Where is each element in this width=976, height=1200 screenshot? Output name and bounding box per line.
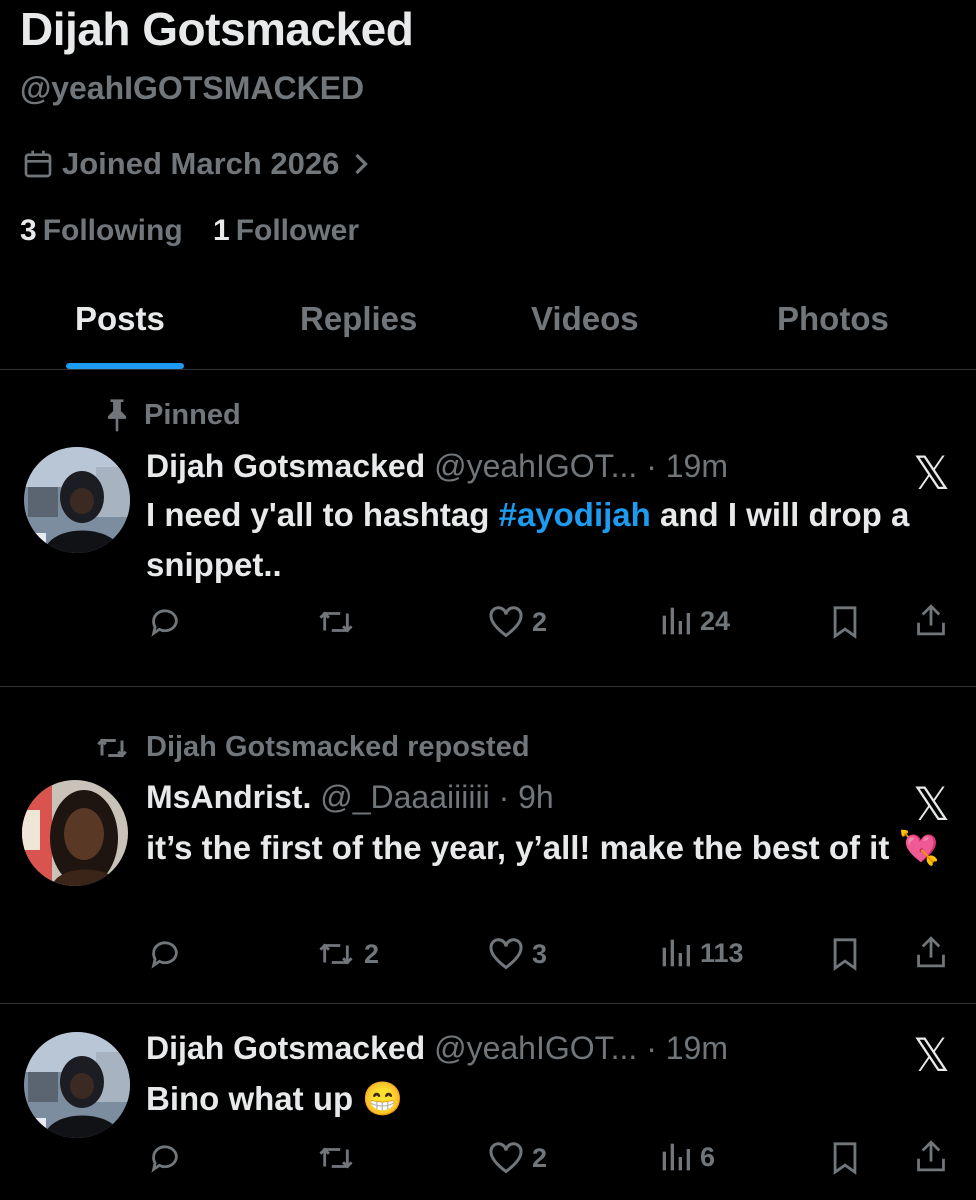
reply-icon bbox=[151, 1145, 178, 1173]
author-name[interactable]: Dijah Gotsmacked bbox=[146, 448, 425, 484]
post-header: MsAndrist. @_Daaaiiiiii · 9h bbox=[146, 779, 554, 816]
follow-stats: 3 Following 1 Follower bbox=[20, 214, 359, 248]
avatar-image bbox=[24, 1032, 130, 1138]
post-text-start: I need y'all to hashtag bbox=[146, 496, 499, 533]
post-time[interactable]: · 9h bbox=[499, 779, 554, 815]
share-icon bbox=[917, 604, 945, 636]
reply-button[interactable] bbox=[148, 605, 182, 639]
hashtag-link[interactable]: #ayodijah bbox=[499, 496, 651, 533]
post-header: Dijah Gotsmacked @yeahIGOT... · 19m bbox=[146, 448, 728, 485]
like-count: 2 bbox=[532, 1142, 548, 1173]
joined-date-link[interactable]: Joined March 2026 bbox=[22, 146, 379, 182]
views-icon bbox=[662, 607, 690, 635]
tab-videos[interactable]: Videos bbox=[531, 300, 639, 338]
bookmark-button[interactable] bbox=[830, 605, 860, 639]
share-icon bbox=[917, 936, 945, 968]
heart-icon bbox=[489, 606, 523, 638]
like-button[interactable]: 2 bbox=[488, 605, 547, 639]
reposted-label: Dijah Gotsmacked reposted bbox=[146, 731, 530, 763]
post-header: Dijah Gotsmacked @yeahIGOT... · 19m bbox=[146, 1030, 728, 1067]
bookmark-icon bbox=[833, 1142, 857, 1175]
like-count: 2 bbox=[532, 606, 548, 637]
x-logo-icon[interactable]: 𝕏 bbox=[913, 781, 950, 827]
views-button[interactable]: 113 bbox=[660, 937, 744, 969]
like-button[interactable]: 2 bbox=[488, 1141, 547, 1175]
post-text: it’s the first of the year, y’all! make … bbox=[146, 829, 940, 866]
avatar-image bbox=[24, 447, 130, 553]
followers-label: Follower bbox=[235, 214, 360, 247]
following-label: Following bbox=[42, 214, 183, 247]
post-time[interactable]: · 19m bbox=[646, 1030, 728, 1066]
bookmark-button[interactable] bbox=[830, 1141, 860, 1175]
repost-icon bbox=[97, 737, 127, 758]
avatar[interactable] bbox=[22, 780, 128, 886]
pin-icon bbox=[107, 399, 127, 432]
following-link[interactable]: 3 Following bbox=[20, 214, 183, 247]
reply-button[interactable] bbox=[148, 937, 182, 971]
view-count: 6 bbox=[700, 1141, 716, 1172]
author-name[interactable]: MsAndrist. bbox=[146, 779, 311, 815]
like-count: 3 bbox=[532, 938, 548, 969]
followers-link[interactable]: 1 Follower bbox=[213, 214, 359, 247]
repost-icon bbox=[319, 1147, 353, 1169]
tab-replies[interactable]: Replies bbox=[300, 300, 417, 338]
views-button[interactable]: 6 bbox=[660, 1141, 715, 1173]
followers-count: 1 bbox=[213, 214, 230, 247]
post-context: Dijah Gotsmacked reposted bbox=[92, 731, 530, 764]
pinned-label: Pinned bbox=[144, 398, 241, 431]
repost-button[interactable] bbox=[316, 605, 356, 639]
share-button[interactable] bbox=[914, 602, 948, 638]
author-handle[interactable]: @_Daaaiiiiii bbox=[320, 779, 489, 815]
reply-button[interactable] bbox=[148, 1141, 182, 1175]
repost-button[interactable]: 2 bbox=[316, 937, 379, 971]
tab-photos[interactable]: Photos bbox=[777, 300, 889, 338]
post-pinned[interactable]: Pinned Dijah Gotsmacked @yeahIGOT... · 1… bbox=[0, 370, 976, 686]
author-handle[interactable]: @yeahIGOT... bbox=[434, 1030, 637, 1066]
following-count: 3 bbox=[20, 214, 37, 247]
tab-posts[interactable]: Posts bbox=[75, 300, 165, 338]
views-icon bbox=[662, 1143, 690, 1171]
post-text: I need y'all to hashtag #ayodijah and I … bbox=[146, 490, 956, 590]
avatar[interactable] bbox=[24, 1032, 130, 1138]
post-text: Bino what up 😁 bbox=[146, 1080, 404, 1117]
views-button[interactable]: 24 bbox=[660, 605, 730, 637]
reply-icon bbox=[151, 609, 178, 637]
reply-icon bbox=[151, 941, 178, 969]
profile-handle: @yeahIGOTSMACKED bbox=[20, 70, 365, 106]
repost-icon bbox=[319, 943, 353, 965]
bookmark-button[interactable] bbox=[830, 937, 860, 971]
like-button[interactable]: 3 bbox=[488, 937, 547, 971]
chevron-right-icon bbox=[355, 153, 369, 175]
profile-name: Dijah Gotsmacked bbox=[20, 3, 414, 55]
heart-icon bbox=[489, 938, 523, 970]
repost-icon bbox=[319, 611, 353, 633]
bookmark-icon bbox=[833, 938, 857, 971]
repost-count: 2 bbox=[364, 938, 380, 969]
author-handle[interactable]: @yeahIGOT... bbox=[434, 448, 637, 484]
avatar-image bbox=[22, 780, 128, 886]
share-button[interactable] bbox=[914, 934, 948, 970]
x-logo-icon[interactable]: 𝕏 bbox=[913, 1032, 950, 1078]
repost-button[interactable] bbox=[316, 1141, 356, 1175]
view-count: 113 bbox=[700, 937, 744, 968]
post[interactable]: Dijah Gotsmacked @yeahIGOT... · 19m 𝕏 Bi… bbox=[0, 1004, 976, 1200]
views-icon bbox=[662, 939, 690, 967]
heart-icon bbox=[489, 1142, 523, 1174]
joined-text: Joined March 2026 bbox=[62, 146, 340, 181]
share-button[interactable] bbox=[914, 1138, 948, 1174]
avatar[interactable] bbox=[24, 447, 130, 553]
view-count: 24 bbox=[700, 605, 731, 636]
bookmark-icon bbox=[833, 606, 857, 639]
share-icon bbox=[917, 1140, 945, 1172]
post-repost[interactable]: Dijah Gotsmacked reposted MsAndrist. @_D… bbox=[0, 687, 976, 1003]
author-name[interactable]: Dijah Gotsmacked bbox=[146, 1030, 425, 1066]
calendar-icon bbox=[24, 150, 52, 178]
post-context: Pinned bbox=[104, 398, 241, 432]
post-time[interactable]: · 19m bbox=[646, 448, 728, 484]
